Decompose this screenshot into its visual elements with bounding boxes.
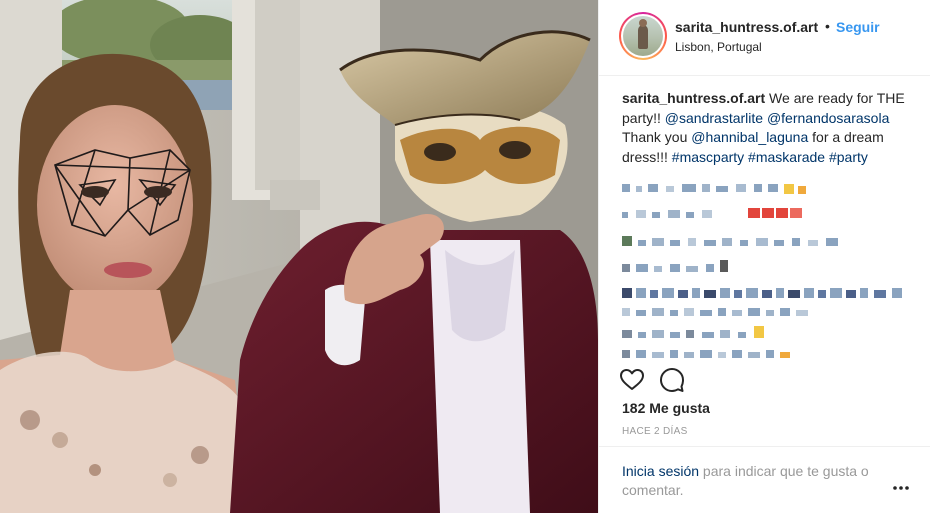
post-header: sarita_huntress.of.art • Seguir Lisbon, … bbox=[599, 0, 930, 76]
more-options-button[interactable] bbox=[891, 481, 911, 495]
mention-link-hannibal-laguna[interactable]: @hannibal_laguna bbox=[691, 129, 808, 145]
likes-count[interactable]: 182 Me gusta bbox=[622, 400, 710, 416]
comment-footer: Inicia sesión para indicar que te gusta … bbox=[599, 446, 930, 513]
mention-link-fernandosarasola[interactable]: @fernandosarasola bbox=[767, 110, 889, 126]
location-link[interactable]: Lisbon, Portugal bbox=[675, 40, 762, 54]
photo-illustration bbox=[0, 0, 598, 513]
hashtag-link-mascparty[interactable]: #mascparty bbox=[672, 149, 744, 165]
follow-button[interactable]: Seguir bbox=[836, 19, 880, 35]
post-side-panel: sarita_huntress.of.art • Seguir Lisbon, … bbox=[598, 0, 930, 513]
more-options-icon bbox=[893, 486, 909, 490]
like-button[interactable] bbox=[619, 367, 645, 393]
header-username-link[interactable]: sarita_huntress.of.art bbox=[675, 19, 818, 35]
pixelated-text-block bbox=[622, 184, 902, 358]
instagram-post: sarita_huntress.of.art • Seguir Lisbon, … bbox=[0, 0, 930, 513]
avatar[interactable] bbox=[619, 12, 667, 60]
heart-icon bbox=[620, 369, 644, 390]
post-actions bbox=[619, 367, 911, 393]
caption-text-2: Thank you bbox=[622, 129, 692, 145]
comment-icon bbox=[660, 368, 684, 392]
caption-username-link[interactable]: sarita_huntress.of.art bbox=[622, 90, 765, 106]
avatar-figure bbox=[638, 19, 648, 49]
avatar-image bbox=[623, 16, 663, 56]
post-timestamp: HACE 2 DÍAS bbox=[622, 426, 688, 437]
pixelated-hashtags bbox=[622, 184, 912, 359]
post-photo[interactable] bbox=[0, 0, 598, 513]
login-link[interactable]: Inicia sesión bbox=[622, 463, 699, 479]
mention-link-sandrastarlite[interactable]: @sandrastarlite bbox=[665, 110, 763, 126]
login-prompt: Inicia sesión para indicar que te gusta … bbox=[622, 462, 892, 500]
hashtag-link-maskarade[interactable]: #maskarade bbox=[748, 149, 825, 165]
hashtag-link-party[interactable]: #party bbox=[829, 149, 868, 165]
post-caption: sarita_huntress.of.art We are ready for … bbox=[622, 89, 912, 167]
comment-button[interactable] bbox=[659, 367, 685, 393]
header-separator: • bbox=[825, 18, 830, 34]
avatar-frame bbox=[621, 14, 665, 58]
